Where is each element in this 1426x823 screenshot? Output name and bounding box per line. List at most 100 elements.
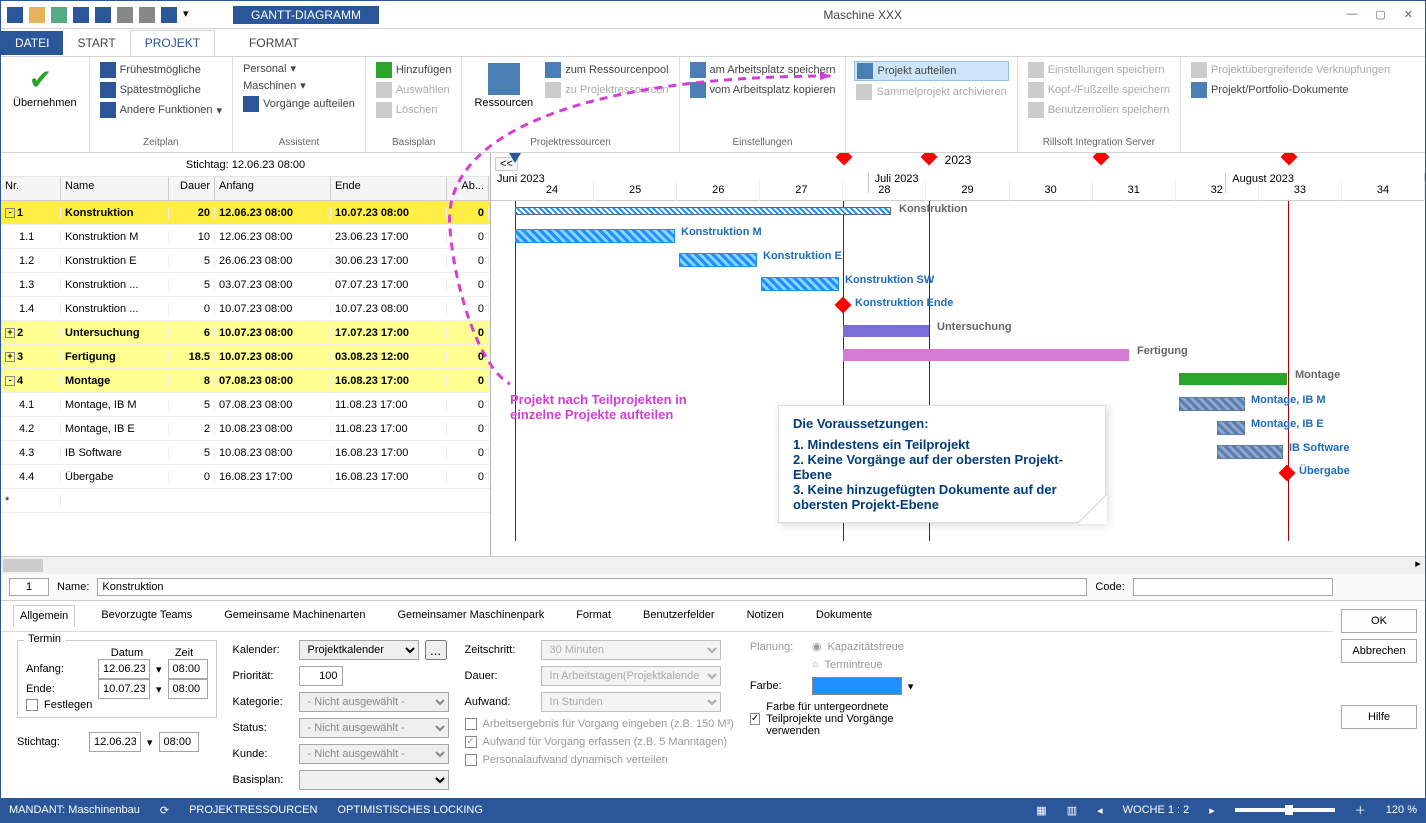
dokumente-button[interactable]: Projekt/Portfolio-Dokumente [1189, 81, 1392, 99]
col-anfang[interactable]: Anfang [215, 177, 331, 200]
task-bar[interactable] [679, 253, 757, 267]
kunde-select[interactable]: - Nicht ausgewählt - [299, 744, 449, 764]
task-row[interactable]: 1.4Konstruktion ...010.07.23 08:0010.07.… [1, 297, 490, 321]
zoom-left-icon[interactable]: ◂ [1097, 804, 1103, 817]
aufwand-select[interactable]: In Stunden [541, 692, 721, 712]
task-row[interactable]: 1.2Konstruktion E526.06.23 08:0030.06.23… [1, 249, 490, 273]
task-row[interactable]: 4.2Montage, IB E210.08.23 08:0011.08.23 … [1, 417, 490, 441]
task-row[interactable]: 1.1Konstruktion M1012.06.23 08:0023.06.2… [1, 225, 490, 249]
summary-bar[interactable] [843, 325, 929, 337]
ende-date[interactable] [98, 679, 150, 699]
dtab-notizen[interactable]: Notizen [741, 605, 790, 627]
forward-icon[interactable] [139, 7, 155, 23]
close-icon[interactable]: ✕ [1404, 8, 1413, 21]
vorgaenge-button[interactable]: Vorgänge aufteilen [241, 95, 357, 113]
maschinen-button[interactable]: Maschinen ▾ [241, 78, 357, 93]
zoom-right-icon[interactable]: ▸ [1209, 804, 1215, 817]
fruehest-button[interactable]: Frühestmögliche [98, 61, 224, 79]
ressourcen-button[interactable]: Ressourcen [470, 61, 537, 111]
ende-time[interactable] [168, 679, 208, 699]
col-nr[interactable]: Nr. [1, 177, 61, 200]
task-row[interactable]: +2Untersuchung610.07.23 08:0017.07.23 17… [1, 321, 490, 345]
abbrechen-button[interactable]: Abbrechen [1341, 639, 1417, 663]
col-dauer[interactable]: Dauer [169, 177, 215, 200]
open-icon[interactable] [29, 7, 45, 23]
grid-icon[interactable] [161, 7, 177, 23]
spaetest-button[interactable]: Spätestmögliche [98, 81, 224, 99]
stichtag-date[interactable] [89, 732, 141, 752]
tab-projekt[interactable]: PROJEKT [130, 30, 215, 56]
summary-bar[interactable] [1179, 373, 1287, 385]
dtab-teams[interactable]: Bevorzugte Teams [95, 605, 198, 627]
stichtag-time[interactable] [159, 732, 199, 752]
export-icon[interactable] [95, 7, 111, 23]
dtab-dokumente[interactable]: Dokumente [810, 605, 878, 627]
task-bar[interactable] [515, 229, 675, 243]
dtab-machinenarten[interactable]: Gemeinsame Machinenarten [218, 605, 371, 627]
color-picker[interactable] [812, 677, 902, 695]
uebernehmen-button[interactable]: ✔ Übernehmen [9, 61, 81, 111]
expander-icon[interactable]: - [5, 208, 15, 218]
index-field[interactable] [9, 578, 49, 596]
name-field[interactable] [97, 578, 1087, 596]
code-field[interactable] [1133, 578, 1333, 596]
view-icon[interactable]: ▦ [1036, 804, 1046, 817]
anfang-time[interactable] [168, 659, 208, 679]
anfang-date[interactable] [98, 659, 150, 679]
milestone[interactable] [1279, 465, 1296, 482]
hilfe-button[interactable]: Hilfe [1341, 705, 1417, 729]
am-arbeitsplatz-button[interactable]: am Arbeitsplatz speichern [688, 61, 838, 79]
expander-icon[interactable]: - [5, 376, 15, 386]
col-ab[interactable]: Ab... [447, 177, 489, 200]
dtab-maschinenpark[interactable]: Gemeinsamer Maschinenpark [391, 605, 550, 627]
basisplan-select[interactable] [299, 770, 449, 790]
personal-button[interactable]: Personal ▾ [241, 61, 357, 76]
task-row[interactable]: 4.4Übergabe016.08.23 17:0016.08.23 17:00… [1, 465, 490, 489]
dtab-format[interactable]: Format [570, 605, 617, 627]
ok-button[interactable]: OK [1341, 609, 1417, 633]
dropdown-icon[interactable]: ▾ [183, 7, 199, 23]
festlegen-checkbox[interactable] [26, 699, 38, 711]
prio-field[interactable] [299, 666, 343, 686]
task-row[interactable]: +3Fertigung18.510.07.23 08:0003.08.23 12… [1, 345, 490, 369]
task-row[interactable]: -4Montage807.08.23 08:0016.08.23 17:000 [1, 369, 490, 393]
andere-button[interactable]: Andere Funktionen ▾ [98, 101, 224, 119]
cb-farbe[interactable]: ✓ [750, 713, 760, 725]
save-icon[interactable] [73, 7, 89, 23]
zeitschritt-select[interactable]: 30 Minuten [541, 640, 721, 660]
projekt-aufteilen-button[interactable]: Projekt aufteilen [854, 61, 1008, 81]
task-row[interactable]: 4.3IB Software510.08.23 08:0016.08.23 17… [1, 441, 490, 465]
undo-icon[interactable] [51, 7, 67, 23]
milestone[interactable] [835, 297, 852, 314]
task-row[interactable]: 1.3Konstruktion ...503.07.23 08:0007.07.… [1, 273, 490, 297]
back-icon[interactable] [117, 7, 133, 23]
task-bar[interactable] [1217, 421, 1245, 435]
view2-icon[interactable]: ▥ [1067, 804, 1077, 817]
task-row[interactable]: -1Konstruktion2012.06.23 08:0010.07.23 0… [1, 201, 490, 225]
kalender-edit-button[interactable]: ... [425, 640, 447, 660]
tab-format[interactable]: FORMAT [235, 31, 313, 55]
kalender-select[interactable]: Projektkalender [299, 640, 419, 660]
task-bar[interactable] [761, 277, 839, 291]
expander-icon[interactable]: + [5, 352, 15, 362]
task-bar[interactable] [1217, 445, 1283, 459]
dtab-allgemein[interactable]: Allgemein [13, 605, 75, 627]
dtab-benutzerfelder[interactable]: Benutzerfelder [637, 605, 721, 627]
kategorie-select[interactable]: - Nicht ausgewählt - [299, 692, 449, 712]
col-name[interactable]: Name [61, 177, 169, 200]
dauer-select[interactable]: In Arbeitstagen(Projektkalender abh [541, 666, 721, 686]
status-select[interactable]: - Nicht ausgewählt - [299, 718, 449, 738]
zum-pool-button[interactable]: zum Ressourcenpool [543, 61, 670, 79]
task-row[interactable]: 4.1Montage, IB M507.08.23 08:0011.08.23 … [1, 393, 490, 417]
maximize-icon[interactable]: ▢ [1375, 8, 1385, 21]
summary-bar[interactable] [515, 207, 891, 215]
summary-bar[interactable] [843, 349, 1129, 361]
col-ende[interactable]: Ende [331, 177, 447, 200]
horizontal-scrollbar[interactable]: ▸ [1, 556, 1425, 574]
minimize-icon[interactable]: — [1346, 8, 1357, 21]
tab-datei[interactable]: DATEI [1, 31, 63, 55]
hinzufuegen-button[interactable]: Hinzufügen [374, 61, 454, 79]
vom-arbeitsplatz-button[interactable]: vom Arbeitsplatz kopieren [688, 81, 838, 99]
expander-icon[interactable]: + [5, 328, 15, 338]
task-bar[interactable] [1179, 397, 1245, 411]
